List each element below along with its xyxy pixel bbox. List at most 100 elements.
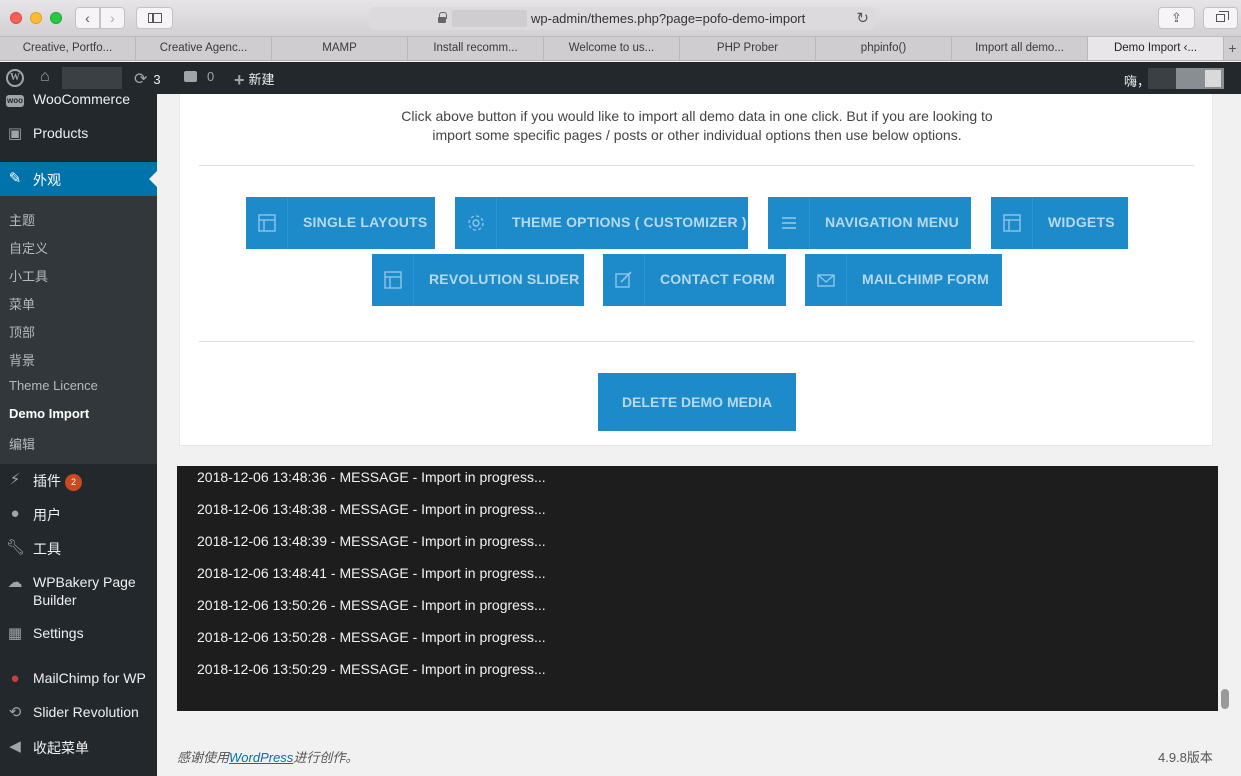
submenu-item-themes[interactable]: 主题: [9, 210, 35, 229]
browser-tab[interactable]: Welcome to us...: [544, 37, 680, 60]
button-label: WIDGETS: [1048, 214, 1115, 230]
submenu-item-customize[interactable]: 自定义: [9, 238, 48, 257]
sidebar-collapse-menu[interactable]: ◀ 收起菜单: [0, 730, 157, 764]
log-line: 2018-12-06 13:48:36 - MESSAGE - Import i…: [197, 469, 546, 485]
sidebar-toggle-button[interactable]: [136, 7, 173, 29]
page-scrollbar[interactable]: [1219, 94, 1233, 776]
new-tab-button[interactable]: +: [1224, 37, 1241, 60]
tab-strip: Creative, Portfo... Creative Agenc... MA…: [0, 37, 1241, 61]
forward-button[interactable]: ›: [100, 7, 125, 29]
new-label: 新建: [248, 72, 275, 87]
woo-icon: woo: [6, 95, 24, 107]
tab-overview-button[interactable]: [1203, 7, 1238, 29]
share-icon: ⇪: [1171, 10, 1182, 25]
submenu-item-background[interactable]: 背景: [9, 350, 35, 369]
divider: [199, 341, 1194, 342]
browser-tab[interactable]: Creative, Portfo...: [0, 37, 136, 60]
browser-tab[interactable]: PHP Prober: [680, 37, 816, 60]
browser-tab[interactable]: Import all demo...: [952, 37, 1088, 60]
username-redacted[interactable]: [1148, 68, 1176, 89]
layout-icon: [991, 197, 1033, 249]
settings-icon: ▦: [7, 625, 23, 642]
delete-demo-media-button[interactable]: DELETE DEMO MEDIA: [598, 373, 796, 431]
collapse-icon: ◀: [9, 738, 21, 755]
footer-thanks-prefix: 感谢使用: [177, 750, 230, 765]
new-content-link[interactable]: + 新建: [234, 69, 275, 91]
sidebar-item-tools[interactable]: 🔧︎ 工具: [0, 531, 157, 565]
scrollbar-thumb[interactable]: [1221, 689, 1229, 709]
button-label: MAILCHIMP FORM: [862, 271, 989, 287]
submenu-item-editor[interactable]: 编辑: [9, 434, 35, 453]
browser-tab[interactable]: Creative Agenc...: [136, 37, 272, 60]
sidebar-item-label: 工具: [33, 541, 61, 557]
log-line: 2018-12-06 13:48:39 - MESSAGE - Import i…: [197, 533, 546, 549]
browser-tab-active[interactable]: Demo Import ‹...: [1088, 37, 1224, 60]
comments-count: 0: [207, 69, 215, 84]
avatar[interactable]: [1176, 68, 1224, 89]
sidebar-item-label: MailChimp for WP: [33, 670, 146, 686]
tabs-icon: [1216, 11, 1229, 22]
sidebar-item-wpbakery[interactable]: ☁ WPBakery Page Builder: [0, 566, 157, 610]
wp-admin-bar: W ⌂ ⟳ 3 0 + 新建 嗨，: [0, 62, 1241, 94]
sidebar-item-woocommerce[interactable]: woo WooCommerce: [0, 83, 157, 117]
widgets-button[interactable]: WIDGETS: [991, 197, 1128, 249]
address-bar[interactable]: wp-admin/themes.php?page=pofo-demo-impor…: [370, 7, 875, 30]
demo-import-panel: Click above button if you would like to …: [179, 94, 1213, 446]
submenu-item-menus[interactable]: 菜单: [9, 294, 35, 313]
sidebar-icon: [148, 13, 162, 23]
submenu-item-demo-import[interactable]: Demo Import: [9, 406, 89, 421]
browser-tab[interactable]: MAMP: [272, 37, 408, 60]
browser-titlebar: ‹ › wp-admin/themes.php?page=pofo-demo-i…: [0, 0, 1241, 37]
footer-thanks-suffix: 进行创作。: [293, 750, 359, 765]
contact-form-button[interactable]: CONTACT FORM: [603, 254, 786, 306]
howdy-text[interactable]: 嗨，: [1124, 71, 1150, 90]
plugin-icon: ⚡: [9, 471, 21, 488]
log-line: 2018-12-06 13:50:29 - MESSAGE - Import i…: [197, 661, 546, 677]
comment-bubble-icon: [184, 71, 197, 82]
cloud-icon: ☁: [7, 574, 23, 591]
minimize-window-button[interactable]: [30, 12, 42, 24]
submenu-item-theme-licence[interactable]: Theme Licence: [9, 378, 98, 393]
sidebar-item-settings[interactable]: ▦ Settings: [0, 617, 157, 651]
back-button[interactable]: ‹: [75, 7, 100, 29]
intro-text: Click above button if you would like to …: [180, 107, 1214, 145]
sidebar-item-label: 插件 2: [33, 471, 82, 491]
gear-icon: [455, 197, 497, 249]
wordpress-link[interactable]: WordPress: [229, 750, 293, 765]
submenu-item-widgets[interactable]: 小工具: [9, 266, 48, 285]
reload-icon[interactable]: ↻: [856, 9, 869, 27]
mailchimp-icon: ●: [10, 670, 20, 687]
layout-icon: [372, 254, 414, 306]
sidebar-item-plugins[interactable]: ⚡ 插件 2: [0, 463, 157, 497]
plugins-label: 插件: [33, 473, 61, 489]
theme-options-button[interactable]: THEME OPTIONS ( CUSTOMIZER ): [455, 197, 748, 249]
zoom-window-button[interactable]: [50, 12, 62, 24]
browser-tab[interactable]: Install recomm...: [408, 37, 544, 60]
footer-version: 4.9.8版本: [1158, 750, 1213, 765]
revolution-slider-button[interactable]: REVOLUTION SLIDER: [372, 254, 584, 306]
share-button[interactable]: ⇪: [1158, 7, 1195, 29]
sidebar-item-label: 用户: [33, 507, 61, 523]
close-window-button[interactable]: [10, 12, 22, 24]
browser-tab[interactable]: phpinfo(): [816, 37, 952, 60]
sidebar-item-products[interactable]: ▣ Products: [0, 117, 157, 151]
admin-sidebar: woo WooCommerce ▣ Products ✎ 外观 主题 自定义 小…: [0, 91, 157, 776]
plugin-update-badge: 2: [65, 474, 82, 491]
sidebar-item-appearance[interactable]: ✎ 外观: [0, 162, 157, 196]
button-label: REVOLUTION SLIDER: [429, 271, 580, 287]
url-host-redacted: [452, 10, 527, 27]
navigation-menu-button[interactable]: NAVIGATION MENU: [768, 197, 971, 249]
sidebar-item-label: 外观: [33, 172, 61, 188]
wrench-icon: 🔧︎: [6, 539, 26, 556]
mailchimp-form-button[interactable]: MAILCHIMP FORM: [805, 254, 1002, 306]
sidebar-item-mailchimp[interactable]: ● MailChimp for WP: [0, 662, 157, 696]
layout-icon: [246, 197, 288, 249]
single-layouts-button[interactable]: SINGLE LAYOUTS: [246, 197, 435, 249]
sidebar-item-slider-revolution[interactable]: ⟲ Slider Revolution: [0, 696, 157, 730]
sidebar-item-users[interactable]: ● 用户: [0, 497, 157, 531]
submenu-item-header[interactable]: 顶部: [9, 322, 35, 341]
sidebar-item-label: Settings: [33, 625, 84, 641]
archive-icon: ▣: [7, 125, 23, 142]
comments-link[interactable]: 0: [184, 69, 214, 84]
divider: [199, 165, 1194, 166]
